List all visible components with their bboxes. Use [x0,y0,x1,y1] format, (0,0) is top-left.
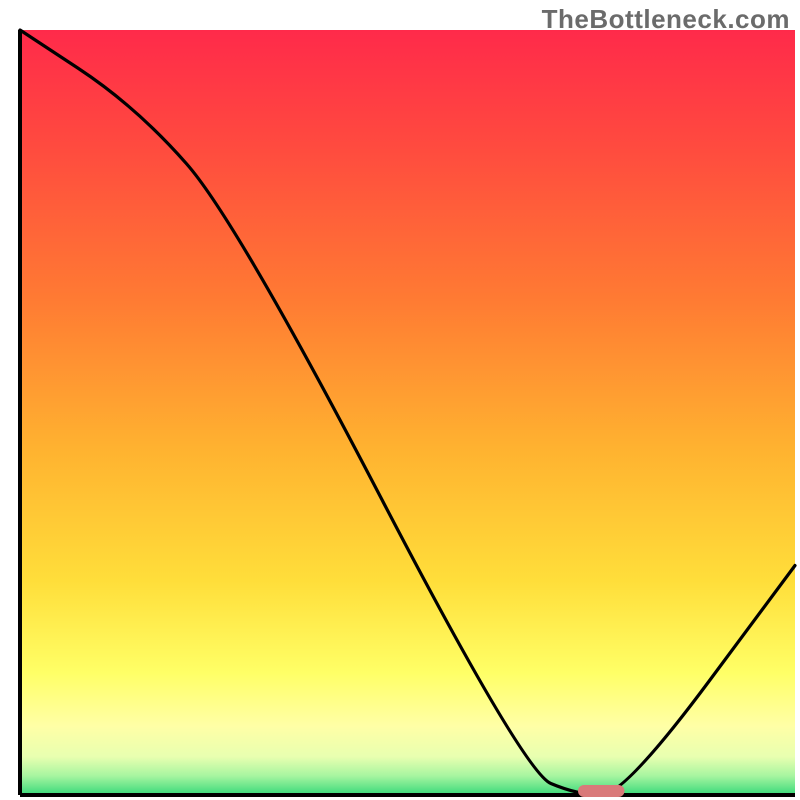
plot-background [20,30,795,795]
bottleneck-chart [0,0,800,800]
chart-frame: TheBottleneck.com [0,0,800,800]
watermark-label: TheBottleneck.com [542,4,790,35]
optimal-indicator [578,785,625,797]
